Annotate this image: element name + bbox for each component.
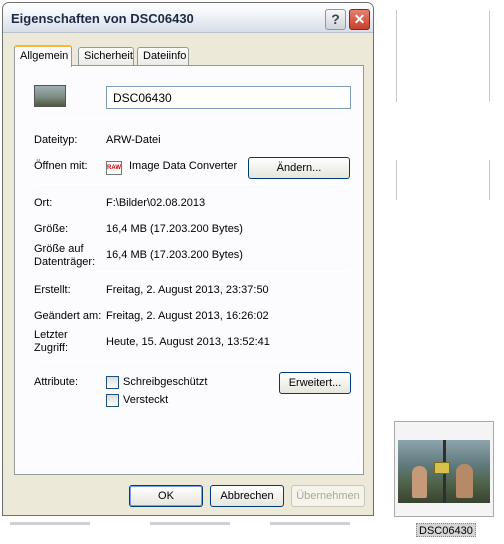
type-label: Dateityp: — [34, 134, 78, 146]
disk-size-value: 16,4 MB (17.203.200 Bytes) — [106, 249, 243, 261]
readonly-checkbox[interactable] — [106, 376, 119, 389]
modified-label: Geändert am: — [34, 310, 102, 322]
size-label: Größe: — [34, 223, 69, 235]
divider — [34, 184, 350, 185]
readonly-label: Schreibgeschützt — [123, 376, 208, 388]
created-value: Freitag, 2. August 2013, 23:37:50 — [106, 284, 269, 296]
window-title: Eigenschaften von DSC06430 — [11, 11, 194, 26]
type-value: ARW-Datei — [106, 134, 161, 146]
tab-allgemein[interactable]: Allgemein — [14, 45, 72, 67]
open-with-label: Öffnen mit: — [34, 160, 88, 172]
apply-button[interactable]: Übernehmen — [291, 485, 365, 507]
divider — [34, 118, 350, 119]
change-button[interactable]: Ändern... — [248, 157, 350, 179]
accessed-label-line1: Letzter — [34, 329, 68, 341]
desktop-ghost-line — [489, 160, 490, 200]
thumbnail-person — [412, 466, 427, 498]
cancel-button[interactable]: Abbrechen — [210, 485, 284, 507]
desktop-file-thumbnail[interactable] — [394, 421, 494, 517]
hidden-label: Versteckt — [123, 394, 169, 406]
file-name-input[interactable]: DSC06430 — [106, 86, 351, 109]
modified-value: Freitag, 2. August 2013, 16:26:02 — [106, 310, 269, 322]
image-converter-icon: RAW — [106, 161, 122, 175]
accessed-value: Heute, 15. August 2013, 13:52:41 — [106, 336, 270, 348]
divider — [34, 361, 350, 362]
disk-size-label-line1: Größe auf — [34, 243, 84, 255]
location-label: Ort: — [34, 197, 53, 209]
attributes-label: Attribute: — [34, 376, 79, 388]
general-panel: DSC06430 Dateityp: ARW-Datei Öffnen mit:… — [14, 65, 364, 475]
properties-dialog: Eigenschaften von DSC06430 ? ✕ Allgemein… — [2, 2, 374, 516]
thumbnail-sign — [434, 462, 450, 474]
size-value: 16,4 MB (17.203.200 Bytes) — [106, 223, 243, 235]
photo-thumbnail-image — [398, 440, 490, 503]
help-button[interactable]: ? — [325, 9, 346, 30]
desktop-ghost-line — [396, 10, 397, 102]
desktop-ghost-line — [396, 160, 397, 200]
tab-dateiinfo[interactable]: Dateiinfo — [137, 47, 189, 65]
divider — [34, 271, 350, 272]
accessed-label-line2: Zugriff: — [34, 342, 69, 354]
strip-mark — [10, 522, 90, 525]
strip-mark — [150, 522, 230, 525]
open-with-value: Image Data Converter — [129, 160, 238, 172]
close-button[interactable]: ✕ — [349, 9, 370, 30]
title-bar[interactable]: Eigenschaften von DSC06430 ? ✕ — [3, 3, 373, 33]
strip-mark — [270, 522, 350, 525]
desktop-ghost-line — [489, 10, 490, 102]
tab-sicherheit[interactable]: Sicherheit — [78, 47, 134, 65]
disk-size-label-line2: Datenträger: — [34, 256, 96, 268]
thumbnail-caption[interactable]: DSC06430 — [416, 523, 476, 537]
thumbnail-person — [456, 464, 473, 498]
advanced-button[interactable]: Erweitert... — [279, 372, 351, 394]
hidden-checkbox[interactable] — [106, 394, 119, 407]
file-thumbnail-icon — [34, 85, 66, 107]
created-label: Erstellt: — [34, 284, 71, 296]
ok-button[interactable]: OK — [129, 485, 203, 507]
location-value: F:\Bilder\02.08.2013 — [106, 197, 206, 209]
